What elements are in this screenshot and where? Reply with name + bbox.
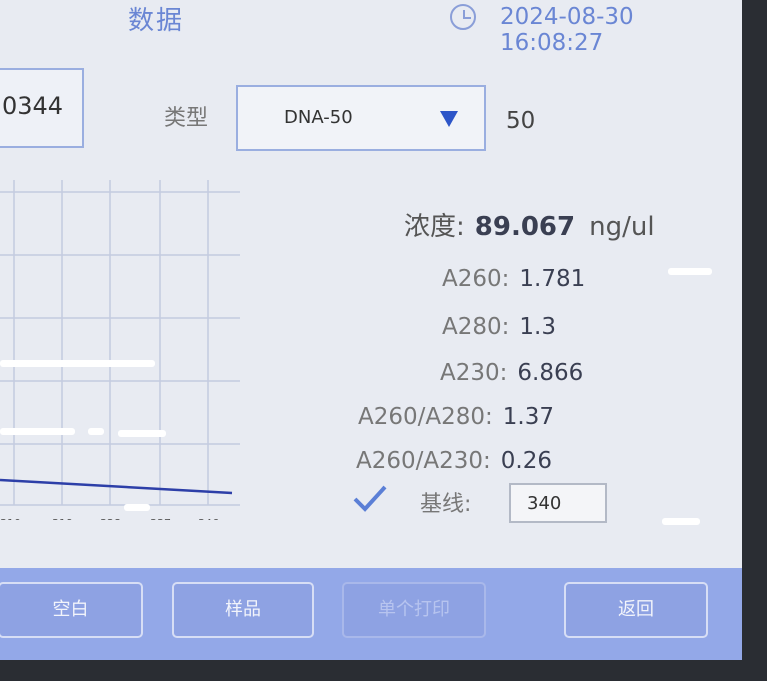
sample-button[interactable]: 样品 (172, 582, 314, 638)
datetime: 2024-08-30 16:08:27 (500, 4, 634, 56)
dash-mark (0, 360, 155, 367)
dash-mark (662, 518, 700, 525)
bottom-toolbar: 空白 样品 单个打印 返回 (0, 568, 742, 660)
sample-id-value: 0344 (2, 92, 64, 120)
x-tick: 310 (0, 517, 21, 520)
x-tick: 337 (150, 517, 171, 520)
ratio-260-280-row: A260/A280: 1.37 (358, 404, 554, 430)
concentration-label: 浓度: (404, 212, 465, 242)
dropdown-arrow-icon[interactable] (440, 111, 458, 127)
baseline-value: 340 (527, 493, 562, 514)
concentration-unit: ng/ul (589, 212, 655, 242)
baseline-label: 基线: (420, 492, 472, 517)
dash-mark (668, 268, 712, 275)
baseline-input[interactable]: 340 (509, 483, 607, 523)
dash-mark (118, 430, 166, 437)
a260-label: A260: (442, 266, 510, 292)
a280-row: A280: 1.3 (442, 314, 556, 340)
ratio-260-280-value: 1.37 (502, 404, 554, 430)
spectrum-line (0, 478, 233, 495)
ratio-260-230-row: A260/A230: 0.26 (356, 448, 552, 474)
screen: 数据 2024-08-30 16:08:27 0344 类型 DNA-50 50… (0, 0, 742, 660)
graph-grid (0, 180, 240, 506)
type-label: 类型 (164, 106, 209, 131)
dash-mark (0, 428, 75, 435)
x-tick: 319 (52, 517, 73, 520)
page-title: 数据 (128, 6, 185, 36)
ratio-260-230-value: 0.26 (500, 448, 552, 474)
dash-mark (88, 428, 104, 435)
x-tick: 346 (198, 517, 219, 520)
a230-value: 6.866 (517, 360, 584, 386)
a260-value: 1.781 (519, 266, 586, 292)
a260-row: A260: 1.781 (442, 266, 585, 292)
blank-button[interactable]: 空白 (0, 582, 143, 638)
x-tick: 328 (100, 517, 121, 520)
sample-id-field[interactable]: 0344 (0, 68, 84, 148)
concentration-row: 浓度: 89.067 ng/ul (404, 206, 655, 243)
dash-mark (124, 504, 150, 511)
a280-value: 1.3 (519, 314, 556, 340)
concentration-value: 89.067 (474, 212, 576, 242)
a230-label: A230: (440, 360, 508, 386)
back-button[interactable]: 返回 (564, 582, 708, 638)
type-factor: 50 (506, 108, 536, 134)
ratio-260-230-label: A260/A230: (356, 448, 491, 474)
clock-icon (450, 4, 476, 30)
checkmark-icon[interactable] (352, 484, 388, 514)
type-value: DNA-50 (284, 107, 353, 128)
type-select[interactable]: DNA-50 (236, 85, 486, 151)
a280-label: A280: (442, 314, 510, 340)
print-single-button[interactable]: 单个打印 (342, 582, 486, 638)
absorbance-graph: 310 319 328 337 346 (0, 180, 240, 520)
ratio-260-280-label: A260/A280: (358, 404, 493, 430)
a230-row: A230: 6.866 (440, 360, 583, 386)
